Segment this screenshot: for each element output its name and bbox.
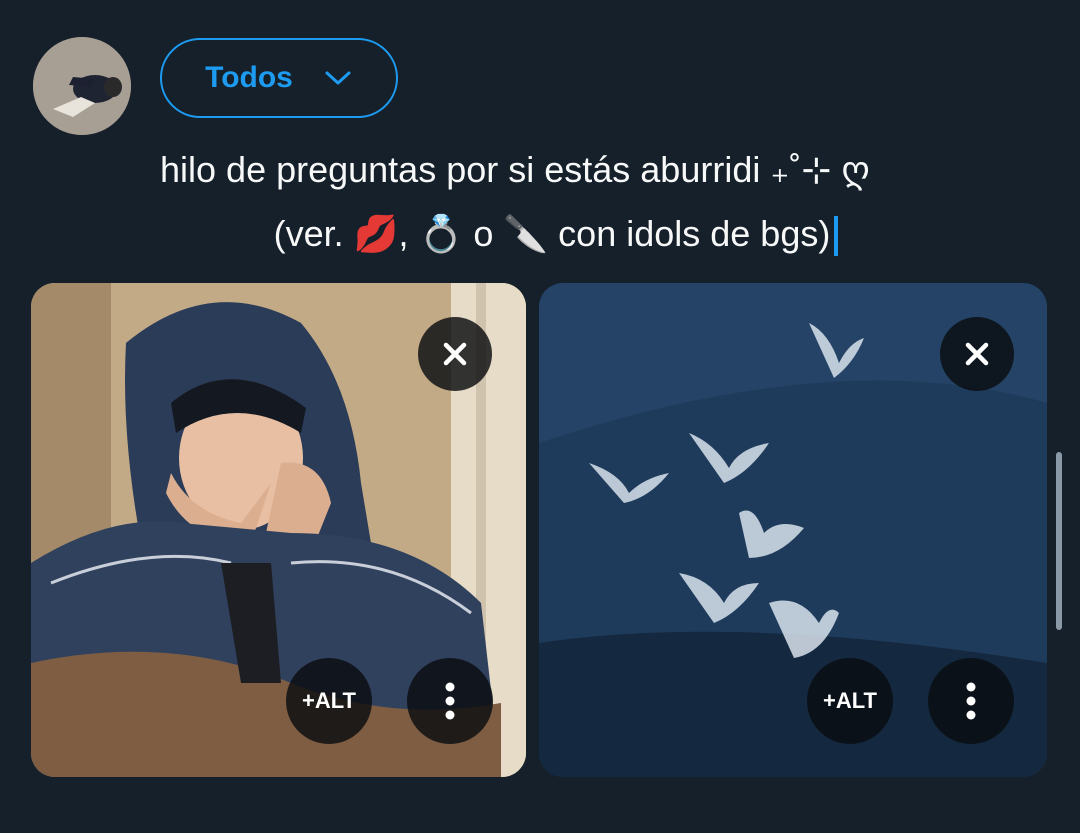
close-icon xyxy=(443,342,467,366)
remove-media-button[interactable] xyxy=(940,317,1014,391)
vertical-dots-icon xyxy=(445,682,455,720)
text-cursor xyxy=(834,216,839,257)
audience-label: Todos xyxy=(205,61,293,94)
tweet-text-line-2: (ver. 💋, 💍 o 🔪 con idols de bgs) xyxy=(160,202,980,266)
chevron-down-icon xyxy=(323,68,353,88)
media-attachment-2[interactable]: +ALT xyxy=(539,283,1047,777)
remove-media-button[interactable] xyxy=(418,317,492,391)
add-alt-text-button[interactable]: +ALT xyxy=(807,658,893,744)
avatar[interactable] xyxy=(33,37,131,135)
media-more-options-button[interactable] xyxy=(407,658,493,744)
vertical-dots-icon xyxy=(966,682,976,720)
add-alt-text-button[interactable]: +ALT xyxy=(286,658,372,744)
avatar-photo-icon xyxy=(33,37,131,135)
audience-selector-button[interactable]: Todos xyxy=(160,38,398,118)
scrollbar[interactable] xyxy=(1056,452,1062,630)
compose-tweet-screen: Todos hilo de preguntas por si estás abu… xyxy=(0,0,1080,833)
close-icon xyxy=(965,342,989,366)
media-more-options-button[interactable] xyxy=(928,658,1014,744)
tweet-text-line-1: hilo de preguntas por si estás aburridi … xyxy=(160,149,870,190)
tweet-text-line-2-content: (ver. 💋, 💍 o 🔪 con idols de bgs) xyxy=(273,213,831,254)
media-attachment-1[interactable]: +ALT xyxy=(31,283,526,777)
tweet-text-input[interactable]: hilo de preguntas por si estás aburridi … xyxy=(160,138,980,266)
